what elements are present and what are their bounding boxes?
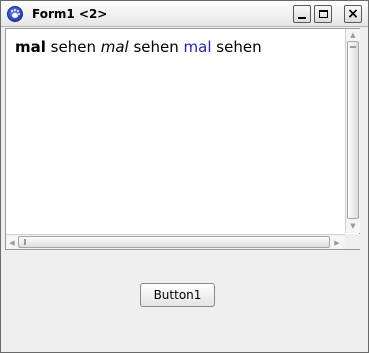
memo-word-blue: mal (183, 38, 212, 56)
app-paw-icon[interactable] (7, 6, 23, 22)
minimize-button[interactable] (293, 5, 311, 23)
memo-word: sehen (45, 38, 101, 56)
scroll-right-arrow-icon[interactable]: ▶ (331, 236, 343, 249)
button1[interactable]: Button1 (140, 283, 215, 307)
horizontal-scroll-thumb[interactable] (18, 236, 330, 248)
maximize-button[interactable] (314, 5, 332, 23)
memo-word-italic: mal (100, 38, 129, 56)
horizontal-scrollbar[interactable]: ◀ ▶ (6, 234, 345, 249)
vertical-scrollbar[interactable]: ▲ ▼ (345, 29, 360, 233)
scroll-left-arrow-icon[interactable]: ◀ (6, 236, 18, 249)
form-window: Form1 <2> × mal sehen mal sehen mal sehe… (0, 0, 369, 353)
window-title: Form1 <2> (32, 7, 108, 21)
title-bar[interactable]: Form1 <2> × (1, 1, 368, 27)
vertical-scroll-thumb[interactable] (347, 41, 359, 219)
memo-word: sehen (128, 38, 184, 56)
grip-icon (350, 46, 356, 48)
scrollbar-corner (345, 234, 360, 249)
memo-text-area[interactable]: mal sehen mal sehen mal sehen ▲ ▼ ◀ ▶ (5, 28, 360, 250)
grip-icon (24, 239, 26, 245)
close-icon: × (347, 6, 359, 22)
minimize-icon (298, 17, 306, 19)
memo-content: mal sehen mal sehen mal sehen (15, 38, 262, 56)
scroll-down-arrow-icon[interactable]: ▼ (346, 220, 360, 232)
memo-word: sehen (211, 38, 262, 56)
memo-word-bold: mal (15, 38, 46, 56)
maximize-icon (319, 10, 328, 18)
scroll-up-arrow-icon[interactable]: ▲ (346, 29, 360, 41)
close-button[interactable]: × (344, 5, 362, 23)
